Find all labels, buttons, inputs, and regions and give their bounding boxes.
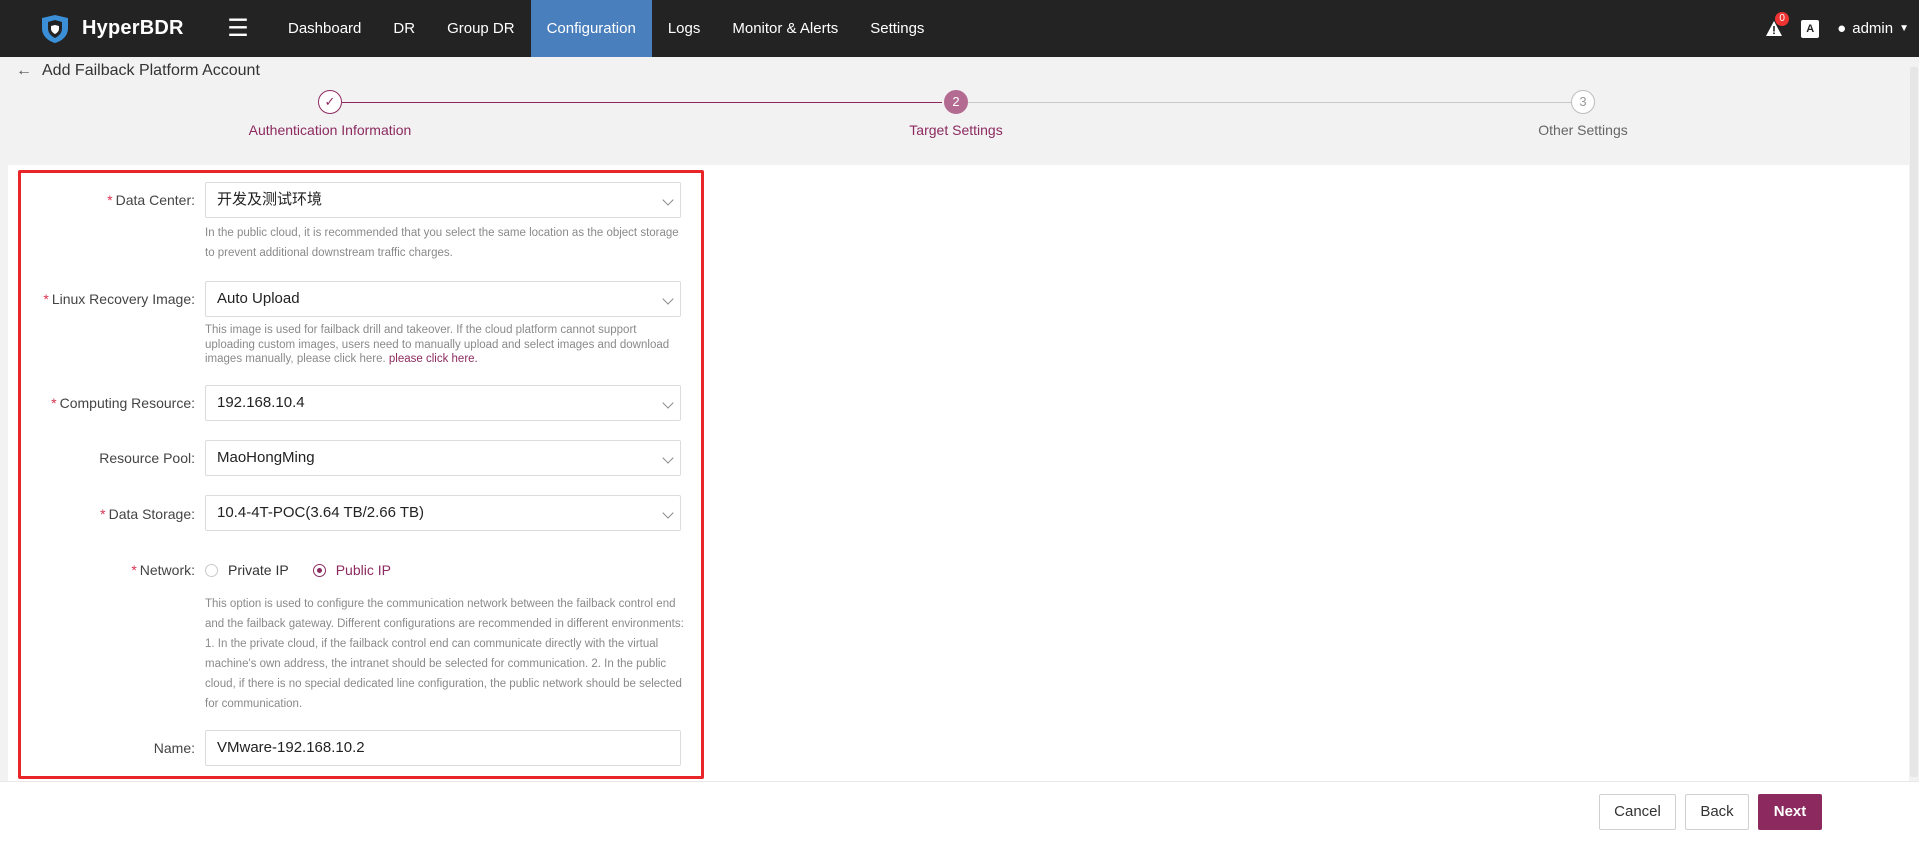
nav-dashboard[interactable]: Dashboard bbox=[272, 0, 377, 57]
data-center-hint: In the public cloud, it is recommended t… bbox=[205, 227, 679, 259]
main-nav: Dashboard DR Group DR Configuration Logs… bbox=[272, 0, 940, 57]
step-2-indicator: 2 bbox=[944, 90, 968, 114]
shield-logo-icon bbox=[38, 14, 72, 44]
network-hint: This option is used to configure the com… bbox=[205, 598, 684, 710]
computing-resource-select[interactable]: 192.168.10.4 bbox=[205, 385, 681, 421]
hamburger-icon[interactable]: ☰ bbox=[218, 14, 258, 43]
chevron-down-icon bbox=[662, 452, 674, 464]
topbar-right: 0 A ● admin ▼ bbox=[1765, 0, 1909, 57]
step-connector-1 bbox=[342, 102, 942, 103]
nav-settings[interactable]: Settings bbox=[854, 0, 940, 57]
nav-monitor-alerts[interactable]: Monitor & Alerts bbox=[716, 0, 854, 57]
data-storage-label: * Data Storage: bbox=[100, 506, 195, 522]
next-button[interactable]: Next bbox=[1758, 794, 1822, 830]
chevron-down-icon: ▼ bbox=[1899, 23, 1909, 34]
page-scrollbar[interactable] bbox=[1909, 57, 1919, 781]
resource-pool-label: Resource Pool: bbox=[99, 450, 195, 466]
back-button[interactable]: Back bbox=[1685, 794, 1749, 830]
user-menu[interactable]: ● admin ▼ bbox=[1837, 20, 1909, 37]
step-connector-2 bbox=[968, 102, 1572, 103]
user-name: admin bbox=[1852, 20, 1894, 37]
nav-dr[interactable]: DR bbox=[377, 0, 431, 57]
nav-group-dr[interactable]: Group DR bbox=[431, 0, 531, 57]
network-label: * Network: bbox=[131, 562, 195, 578]
linux-image-select[interactable]: Auto Upload bbox=[205, 281, 681, 317]
step-2-label: Target Settings bbox=[909, 122, 1003, 138]
chevron-down-icon bbox=[662, 507, 674, 519]
data-storage-select[interactable]: 10.4-4T-POC(3.64 TB/2.66 TB) bbox=[205, 495, 681, 531]
user-icon: ● bbox=[1837, 20, 1847, 37]
name-label: Name: bbox=[153, 740, 195, 756]
back-arrow-icon[interactable]: ← bbox=[16, 62, 32, 80]
step-3-indicator: 3 bbox=[1571, 90, 1595, 114]
step-1-label: Authentication Information bbox=[248, 122, 412, 138]
cancel-button[interactable]: Cancel bbox=[1599, 794, 1676, 830]
radio-checked-icon bbox=[312, 563, 326, 577]
private-ip-radio[interactable]: Private IP bbox=[205, 562, 289, 578]
nav-logs[interactable]: Logs bbox=[652, 0, 717, 57]
network-radio-group: Private IP Public IP bbox=[205, 562, 391, 578]
data-center-label: * Data Center: bbox=[107, 192, 195, 208]
linux-image-hint: This image is used for failback drill an… bbox=[205, 324, 670, 365]
linux-image-label: * Linux Recovery Image: bbox=[43, 291, 195, 307]
chevron-down-icon bbox=[662, 194, 674, 206]
alert-bell[interactable]: 0 bbox=[1765, 11, 1790, 38]
name-input[interactable]: VMware-192.168.10.2 bbox=[205, 730, 681, 766]
footer-actions: Cancel Back Next bbox=[0, 781, 1919, 841]
breadcrumb: ← Add Failback Platform Account bbox=[16, 62, 260, 80]
scroll-thumb[interactable] bbox=[1910, 67, 1918, 777]
download-images-link[interactable]: please click here. bbox=[389, 353, 478, 365]
radio-unchecked-icon bbox=[205, 563, 218, 577]
data-center-select[interactable]: 开发及测试环境 bbox=[205, 182, 681, 218]
chevron-down-icon bbox=[662, 293, 674, 305]
app-logo[interactable]: HyperBDR bbox=[38, 14, 218, 44]
step-3-label: Other Settings bbox=[1538, 122, 1628, 138]
nav-configuration[interactable]: Configuration bbox=[530, 0, 652, 57]
resource-pool-select[interactable]: MaoHongMing bbox=[205, 440, 681, 476]
app-name: HyperBDR bbox=[82, 17, 184, 39]
page-title: Add Failback Platform Account bbox=[42, 62, 260, 79]
top-navbar: HyperBDR ☰ Dashboard DR Group DR Configu… bbox=[0, 0, 1919, 57]
step-1-check-icon: ✓ bbox=[318, 90, 342, 114]
language-icon[interactable]: A bbox=[1801, 19, 1820, 38]
public-ip-radio[interactable]: Public IP bbox=[312, 562, 391, 578]
computing-resource-label: * Computing Resource: bbox=[51, 395, 195, 411]
chevron-down-icon bbox=[662, 397, 674, 409]
stepper: ✓ Authentication Information 2 Target Se… bbox=[0, 90, 1919, 140]
alert-count-badge: 0 bbox=[1775, 11, 1790, 26]
